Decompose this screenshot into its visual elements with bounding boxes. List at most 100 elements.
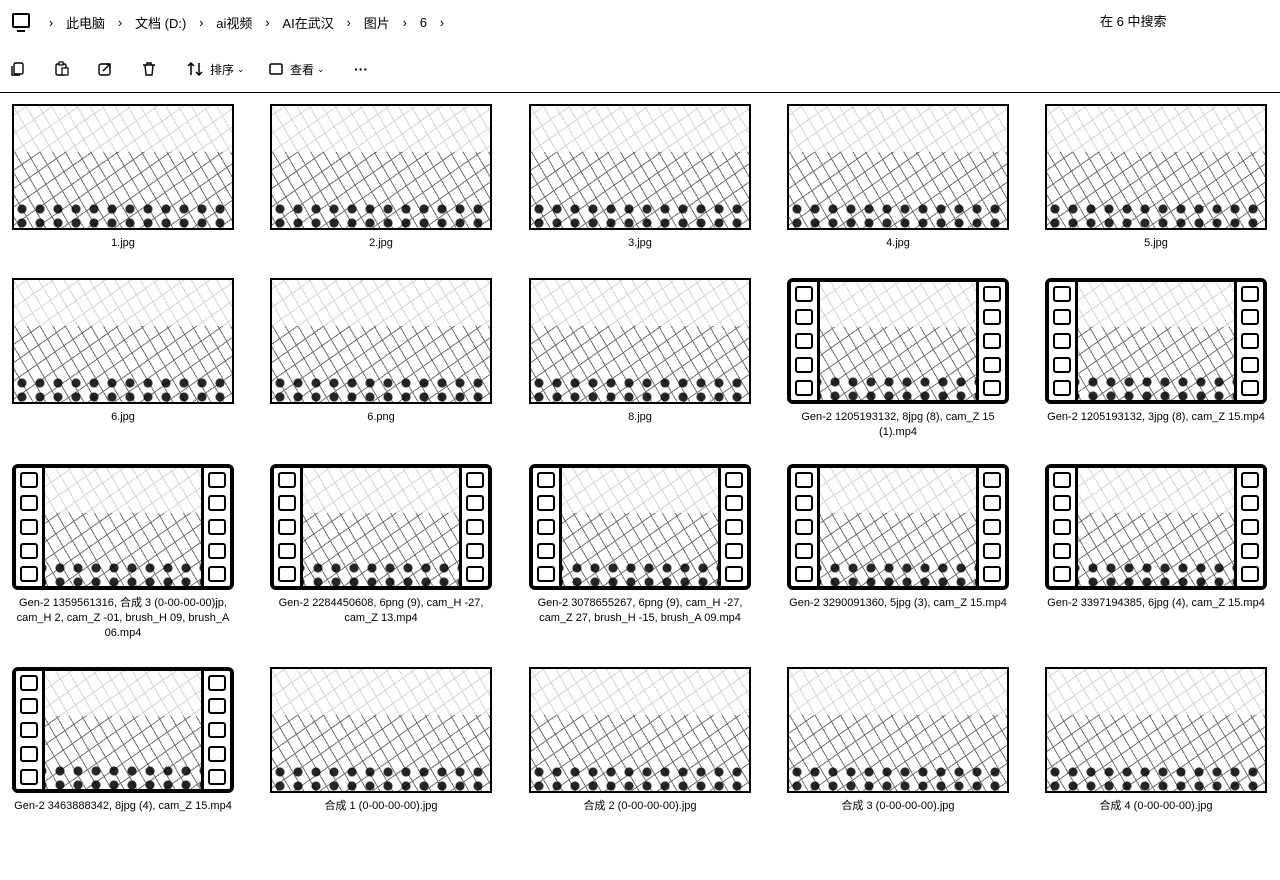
film-strip-icon <box>459 468 488 586</box>
file-name[interactable]: Gen-2 3397194385, 6jpg (4), cam_Z 15.mp4 <box>1041 596 1271 611</box>
chevron-right-icon[interactable]: › <box>394 15 416 30</box>
breadcrumb-drive-d[interactable]: 文档 (D:) <box>131 13 190 32</box>
file-name[interactable]: Gen-2 1359561316, 合成 3 (0-00-00-00)jp, c… <box>8 596 238 641</box>
chevron-right-icon[interactable]: › <box>40 15 62 30</box>
file-name[interactable]: Gen-2 2284450608, 6png (9), cam_H -27, c… <box>266 596 496 626</box>
chevron-right-icon[interactable]: › <box>256 15 278 30</box>
film-strip-icon <box>201 468 230 586</box>
address-bar: › 此电脑 › 文档 (D:) › ai视频 › AI在武汉 › 图片 › 6 … <box>0 0 1280 44</box>
copy-icon <box>11 62 24 76</box>
file-name[interactable]: 3.jpg <box>525 236 755 251</box>
file-thumbnail[interactable] <box>787 278 1009 404</box>
sort-button[interactable]: 排序 ⌄ <box>186 58 245 80</box>
file-thumbnail[interactable] <box>270 278 492 404</box>
breadcrumb-pictures[interactable]: 图片 <box>360 13 394 32</box>
film-strip-icon <box>1049 468 1078 586</box>
file-thumbnail[interactable] <box>12 667 234 793</box>
file-name[interactable]: 合成 3 (0-00-00-00).jpg <box>783 799 1013 814</box>
file-thumbnail[interactable] <box>529 464 751 590</box>
file-name[interactable]: 6.png <box>266 410 496 425</box>
chevron-right-icon[interactable]: › <box>431 15 453 30</box>
file-thumbnail[interactable] <box>529 667 751 793</box>
film-strip-icon <box>533 468 562 586</box>
chevron-right-icon[interactable]: › <box>338 15 360 30</box>
file-thumbnail[interactable] <box>1045 464 1267 590</box>
thumbnail-sky <box>789 669 1007 716</box>
thumbnail-ground <box>1049 560 1263 586</box>
file-name[interactable]: 1.jpg <box>8 236 238 251</box>
view-icon <box>269 63 283 75</box>
file-name[interactable]: 合成 2 (0-00-00-00).jpg <box>525 799 755 814</box>
file-thumbnail[interactable] <box>270 464 492 590</box>
thumbnail-ground <box>791 560 1005 586</box>
film-strip-icon <box>1234 282 1263 400</box>
thumbnail-sky <box>272 106 490 153</box>
breadcrumb-ai-wuhan[interactable]: AI在武汉 <box>278 13 337 32</box>
thumbnail-sky <box>16 671 230 716</box>
chevron-right-icon[interactable]: › <box>109 15 131 30</box>
thumbnail-ground <box>272 764 490 791</box>
file-name[interactable]: 4.jpg <box>783 236 1013 251</box>
film-strip-icon <box>1049 282 1078 400</box>
file-thumbnail[interactable] <box>1045 667 1267 793</box>
file-name[interactable]: 2.jpg <box>266 236 496 251</box>
film-strip-icon <box>976 468 1005 586</box>
copy-button[interactable] <box>10 58 26 80</box>
file-thumbnail[interactable] <box>12 278 234 404</box>
file-name[interactable]: Gen-2 3078655267, 6png (9), cam_H -27, c… <box>525 596 755 626</box>
thumbnail-ground <box>789 201 1007 228</box>
chevron-right-icon[interactable]: › <box>190 15 212 30</box>
view-button[interactable]: 查看 ⌄ <box>268 58 325 80</box>
thumbnail-ground <box>533 560 747 586</box>
file-thumbnail[interactable] <box>787 464 1009 590</box>
file-thumbnail[interactable] <box>270 667 492 793</box>
film-strip-icon <box>201 671 230 789</box>
thumbnail-ground <box>531 201 749 228</box>
film-strip-icon <box>791 468 820 586</box>
thumbnail-sky <box>1049 282 1263 327</box>
toolbar: 排序 ⌄ 查看 ⌄ ··· <box>0 52 1280 88</box>
breadcrumb-ai-video[interactable]: ai视频 <box>212 13 256 32</box>
search-input[interactable]: 在 6 中搜索 <box>1100 12 1270 32</box>
file-thumbnail[interactable] <box>529 278 751 404</box>
thumbnail-ground <box>272 375 490 402</box>
file-thumbnail[interactable] <box>270 104 492 230</box>
file-thumbnail[interactable] <box>1045 104 1267 230</box>
file-name[interactable]: 合成 4 (0-00-00-00).jpg <box>1041 799 1271 814</box>
file-thumbnail[interactable] <box>12 464 234 590</box>
computer-icon[interactable] <box>12 13 30 32</box>
file-name[interactable]: Gen-2 3290091360, 5jpg (3), cam_Z 15.mp4 <box>783 596 1013 611</box>
file-name[interactable]: Gen-2 1205193132, 3jpg (8), cam_Z 15.mp4 <box>1041 410 1271 425</box>
thumbnail-ground <box>14 375 232 402</box>
file-thumbnail[interactable] <box>529 104 751 230</box>
share-button[interactable] <box>97 58 113 80</box>
paste-button[interactable] <box>54 58 70 80</box>
file-thumbnail[interactable] <box>787 104 1009 230</box>
thumbnail-ground <box>274 560 488 586</box>
file-name[interactable]: 6.jpg <box>8 410 238 425</box>
file-thumbnail[interactable] <box>12 104 234 230</box>
more-options-button[interactable]: ··· <box>354 58 368 80</box>
thumbnail-ground <box>16 560 230 586</box>
file-name[interactable]: Gen-2 3463888342, 8jpg (4), cam_Z 15.mp4 <box>8 799 238 814</box>
file-name[interactable]: Gen-2 1205193132, 8jpg (8), cam_Z 15 (1)… <box>783 410 1013 440</box>
thumbnail-sky <box>1049 468 1263 513</box>
thumbnail-ground <box>272 201 490 228</box>
file-name[interactable]: 8.jpg <box>525 410 755 425</box>
delete-button[interactable] <box>141 58 157 80</box>
file-thumbnail[interactable] <box>1045 278 1267 404</box>
film-strip-icon <box>791 282 820 400</box>
thumbnail-sky <box>1047 106 1265 153</box>
thumbnail-ground <box>1047 201 1265 228</box>
chevron-down-icon: ⌄ <box>237 63 245 74</box>
file-thumbnail[interactable] <box>787 667 1009 793</box>
film-strip-icon <box>1234 468 1263 586</box>
film-strip-icon <box>16 468 45 586</box>
thumbnail-ground <box>531 375 749 402</box>
file-name[interactable]: 合成 1 (0-00-00-00).jpg <box>266 799 496 814</box>
sort-label: 排序 <box>210 62 235 77</box>
breadcrumb-this-pc[interactable]: 此电脑 <box>62 13 109 32</box>
share-icon <box>98 63 111 76</box>
file-name[interactable]: 5.jpg <box>1041 236 1271 251</box>
breadcrumb-folder-6[interactable]: 6 <box>416 15 431 30</box>
